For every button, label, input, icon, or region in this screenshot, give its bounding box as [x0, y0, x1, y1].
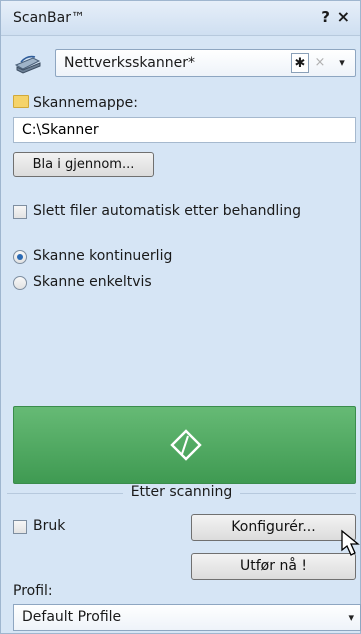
folder-path-input[interactable] — [13, 117, 356, 143]
scanner-clear-button[interactable]: × — [311, 53, 329, 73]
window-title: ScanBar™ — [13, 10, 85, 26]
configure-button[interactable]: Konfigurér... — [191, 514, 356, 541]
profile-select[interactable]: Default Profile ▾ — [13, 604, 361, 631]
after-scan-header: Etter scanning — [1, 484, 361, 500]
use-label: Bruk — [33, 518, 66, 534]
auto-delete-label: Slett filer automatisk etter behandling — [33, 203, 301, 219]
folder-label-text: Skannemappe: — [33, 95, 139, 111]
execute-now-button[interactable]: Utfør nå ! — [191, 553, 356, 580]
scanner-favorite-button[interactable]: ✱ — [291, 53, 309, 73]
profile-value: Default Profile — [22, 609, 122, 625]
scan-button[interactable] — [13, 406, 356, 484]
scan-single-label: Skanne enkeltvis — [33, 274, 152, 290]
scan-continuous-label: Skanne kontinuerlig — [33, 248, 173, 264]
folder-icon — [13, 95, 29, 108]
browse-button[interactable]: Bla i gjennom... — [13, 152, 154, 177]
scan-continuous-radio[interactable] — [13, 250, 27, 264]
mouse-cursor-icon — [341, 529, 360, 556]
auto-delete-checkbox[interactable] — [13, 205, 27, 219]
folder-label: Skannemappe: — [13, 95, 138, 111]
chevron-down-icon[interactable]: ▾ — [333, 53, 351, 73]
scanner-select[interactable]: Nettverksskanner* ✱ × ▾ — [55, 49, 356, 77]
help-button[interactable]: ? — [321, 8, 330, 26]
profile-label: Profil: — [13, 583, 53, 599]
title-bar: ScanBar™ ? × — [1, 1, 360, 36]
scanner-row: Nettverksskanner* ✱ × ▾ — [13, 49, 357, 77]
scanner-value: Nettverksskanner* — [64, 55, 195, 71]
scanbar-panel: ScanBar™ ? × Nettverksskanner* ✱ × ▾ Ska… — [0, 0, 361, 634]
use-checkbox[interactable] — [13, 520, 27, 534]
close-button[interactable]: × — [337, 7, 350, 26]
scan-single-radio[interactable] — [13, 276, 27, 290]
after-scan-header-text: Etter scanning — [122, 484, 241, 500]
scanner-icon — [14, 55, 41, 74]
chevron-down-icon[interactable]: ▾ — [348, 611, 354, 624]
scan-icon — [170, 429, 202, 461]
